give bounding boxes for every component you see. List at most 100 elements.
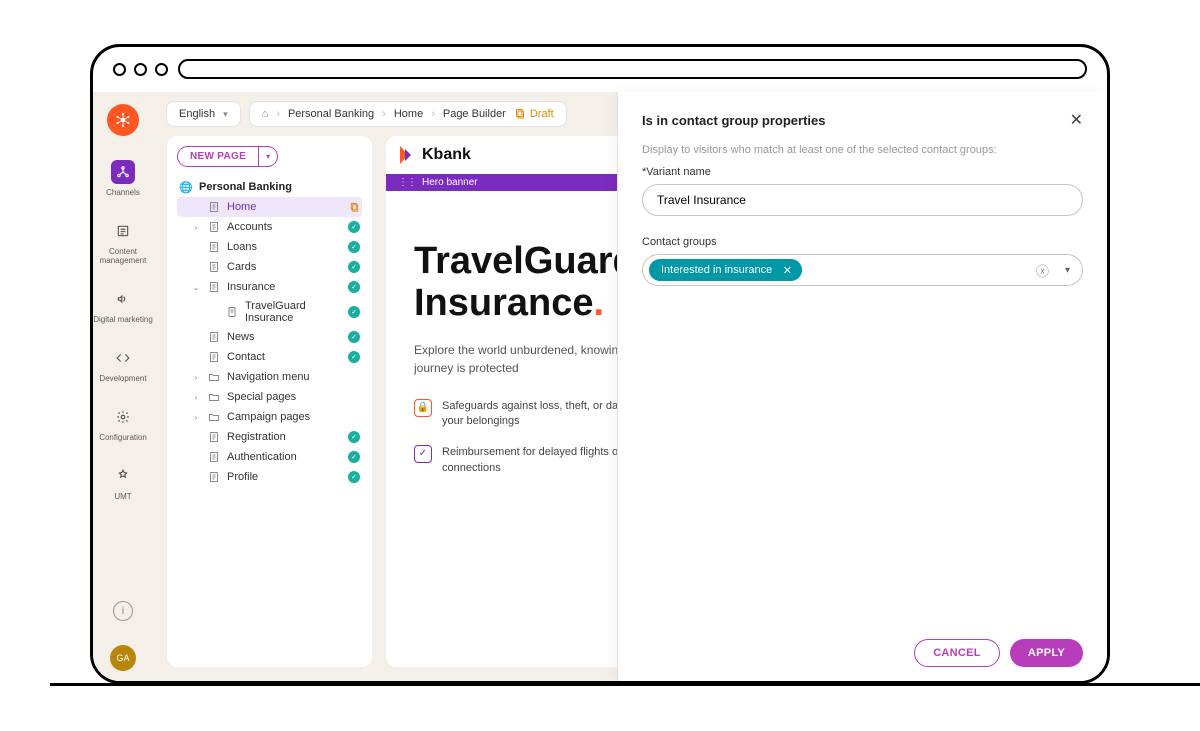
tree-row[interactable]: ⌄Insurance✓	[177, 277, 362, 297]
page-icon	[207, 221, 221, 233]
status-ok-icon: ✓	[348, 221, 360, 233]
address-bar[interactable]	[178, 59, 1087, 79]
page-icon	[207, 351, 221, 363]
chevron-down-icon: ▾	[223, 109, 228, 120]
window-chrome	[93, 47, 1107, 91]
lock-icon: 🔒	[414, 399, 432, 417]
chevron-right-icon[interactable]: ›	[191, 413, 201, 422]
tree-row[interactable]: Loans ✓	[177, 237, 362, 257]
tree-row[interactable]: Registration ✓	[177, 427, 362, 447]
info-icon[interactable]: i	[113, 601, 133, 621]
tree-label: TravelGuard Insurance	[245, 300, 342, 324]
doc-icon	[225, 306, 239, 318]
tree-row[interactable]: Home	[177, 197, 362, 217]
rail-marketing[interactable]: Digital marketing	[93, 283, 153, 328]
rail-umt[interactable]: UMT	[93, 460, 153, 505]
chevron-right-icon[interactable]: ›	[191, 373, 201, 382]
breadcrumb-leaf[interactable]: Page Builder	[443, 108, 506, 120]
rail-content[interactable]: Content management	[93, 215, 153, 269]
tree-label: Special pages	[227, 391, 360, 403]
tree-row[interactable]: › Campaign pages	[177, 407, 362, 427]
folder-icon	[207, 411, 221, 423]
variant-name-label: *Variant name	[642, 166, 1083, 178]
clear-selection-icon[interactable]: ⓧ	[1032, 261, 1053, 280]
status-ok-icon: ✓	[348, 471, 360, 483]
status-ok-icon: ✓	[348, 331, 360, 343]
remove-chip-icon[interactable]: ✕	[780, 263, 794, 277]
tree-row[interactable]: Authentication✓	[177, 447, 362, 467]
tree-row[interactable]: › Accounts ✓	[177, 217, 362, 237]
apply-button[interactable]: APPLY	[1010, 639, 1083, 667]
tree-row[interactable]: › Navigation menu	[177, 367, 362, 387]
page-icon	[207, 281, 221, 293]
globe-icon: 🌐	[179, 181, 193, 194]
contact-group-chip: Interested in insurance ✕	[649, 259, 802, 281]
page-icon	[207, 331, 221, 343]
window-dot	[155, 63, 168, 76]
breadcrumb: ⌂ › Personal Banking › Home › Page Build…	[250, 102, 566, 126]
new-page-dropdown[interactable]: ▾	[259, 146, 278, 167]
tree-row[interactable]: Contact ✓	[177, 347, 362, 367]
draft-icon	[514, 108, 526, 120]
tree-row[interactable]: TravelGuard Insurance ✓	[177, 297, 362, 327]
gear-icon	[111, 405, 135, 429]
folder-icon	[207, 371, 221, 383]
home-icon[interactable]: ⌂	[262, 108, 269, 120]
breadcrumb-sep: ›	[382, 108, 386, 120]
chevron-down-icon[interactable]: ⌄	[191, 283, 201, 292]
status-ok-icon: ✓	[348, 351, 360, 363]
close-icon[interactable]: ✕	[1070, 110, 1083, 130]
tree-label: Contact	[227, 351, 342, 363]
rail-label: Digital marketing	[93, 315, 153, 324]
tree-row[interactable]: › Special pages	[177, 387, 362, 407]
page-icon	[207, 431, 221, 443]
tree-row[interactable]: News✓	[177, 327, 362, 347]
rail-development[interactable]: Development	[93, 342, 153, 387]
new-page-button[interactable]: NEW PAGE	[177, 146, 259, 167]
page-icon	[207, 261, 221, 273]
app-logo[interactable]	[107, 104, 139, 136]
code-icon	[111, 346, 135, 370]
chevron-right-icon[interactable]: ›	[191, 223, 201, 232]
content-icon	[111, 219, 135, 243]
tree-label: Loans	[227, 241, 342, 253]
cancel-button[interactable]: CANCEL	[914, 639, 1000, 667]
chevron-right-icon[interactable]: ›	[191, 393, 201, 402]
tree-root[interactable]: 🌐 Personal Banking	[177, 177, 362, 197]
check-icon: ✓	[414, 445, 432, 463]
tree-row[interactable]: Cards✓	[177, 257, 362, 277]
rail-label: Channels	[106, 188, 140, 197]
site-brand: Kbank	[400, 146, 471, 164]
tree-label: Accounts	[227, 221, 342, 233]
rail-label: Configuration	[99, 433, 147, 442]
page-icon	[207, 471, 221, 483]
channels-icon	[111, 160, 135, 184]
tree-label: Navigation menu	[227, 371, 360, 383]
rail-channels[interactable]: Channels	[93, 156, 153, 201]
breadcrumb-root[interactable]: Personal Banking	[288, 108, 374, 120]
drag-handle-icon[interactable]: ⋮⋮	[398, 177, 416, 188]
tree-label: Home	[227, 201, 343, 213]
tree-label: Insurance	[227, 281, 342, 293]
status-ok-icon: ✓	[348, 451, 360, 463]
status-ok-icon: ✓	[348, 241, 360, 253]
tree-row[interactable]: Profile✓	[177, 467, 362, 487]
panel-title: Is in contact group properties	[642, 113, 825, 128]
variant-name-input[interactable]	[642, 184, 1083, 216]
chevron-down-icon[interactable]: ▾	[1059, 265, 1076, 276]
tree-label: Campaign pages	[227, 411, 360, 423]
rail-label: Content management	[93, 247, 153, 265]
breadcrumb-sep: ›	[276, 108, 280, 120]
rail-configuration[interactable]: Configuration	[93, 401, 153, 446]
brand-logo-icon	[400, 146, 416, 164]
panel-help-text: Display to visitors who match at least o…	[642, 144, 1083, 156]
rail-label: UMT	[114, 492, 131, 501]
breadcrumb-home[interactable]: Home	[394, 108, 423, 120]
status-ok-icon: ✓	[348, 306, 360, 318]
status-ok-icon: ✓	[348, 431, 360, 443]
language-selector[interactable]: English ▾	[167, 102, 240, 126]
user-avatar[interactable]: GA	[110, 645, 136, 671]
contact-groups-select[interactable]: Interested in insurance ✕ ⓧ ▾	[642, 254, 1083, 286]
breadcrumb-sep: ›	[431, 108, 435, 120]
tree-label: Registration	[227, 431, 342, 443]
